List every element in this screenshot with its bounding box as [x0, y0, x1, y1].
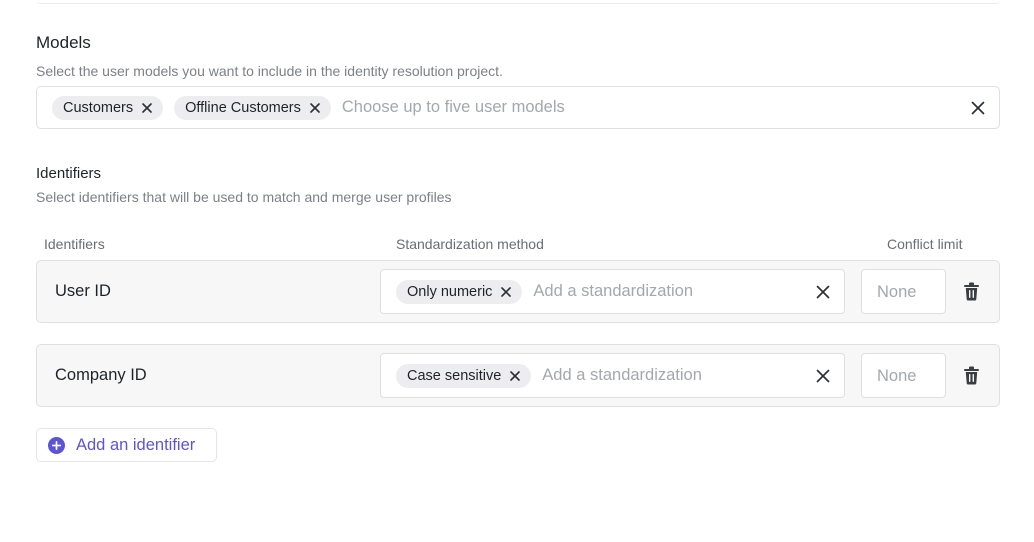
clear-standardization-icon[interactable] [815, 284, 831, 300]
conflict-limit-input[interactable]: None [861, 269, 946, 314]
clear-standardization-icon[interactable] [815, 368, 831, 384]
close-icon[interactable] [508, 369, 522, 383]
column-header-identifiers: Identifiers [44, 236, 105, 252]
add-identifier-button[interactable]: Add an identifier [36, 428, 217, 462]
models-subtitle: Select the user models you want to inclu… [36, 63, 503, 79]
clear-models-icon[interactable] [970, 100, 986, 116]
conflict-limit-input[interactable]: None [861, 353, 946, 398]
standardization-select[interactable]: Only numeric Add a standardization [380, 269, 845, 314]
identifier-row-user-id: User ID Only numeric Add a standardizati… [36, 260, 1000, 323]
chip-label: Case sensitive [407, 367, 502, 384]
identifier-row-company-id: Company ID Case sensitive Add a standard… [36, 344, 1000, 407]
plus-circle-icon [48, 436, 65, 454]
close-icon[interactable] [308, 101, 322, 115]
column-header-standardization: Standardization method [396, 236, 544, 252]
column-header-conflict-limit: Conflict limit [887, 236, 963, 252]
chip-label: Offline Customers [185, 99, 301, 116]
model-chip-offline-customers: Offline Customers [174, 95, 331, 120]
identifier-name: Company ID [55, 366, 147, 384]
close-icon[interactable] [140, 101, 154, 115]
trash-icon[interactable] [963, 282, 980, 301]
add-identifier-label: Add an identifier [76, 435, 196, 454]
standardization-chip: Only numeric [396, 279, 523, 304]
standardization-placeholder[interactable]: Add a standardization [542, 366, 702, 385]
standardization-chip: Case sensitive [396, 363, 532, 388]
identifiers-title: Identifiers [36, 165, 102, 182]
chip-label: Customers [63, 99, 134, 116]
models-multiselect[interactable]: Customers Offline Customers Choose up to… [36, 86, 1000, 129]
models-placeholder[interactable]: Choose up to five user models [342, 98, 565, 117]
standardization-placeholder[interactable]: Add a standardization [533, 282, 693, 301]
trash-icon[interactable] [963, 366, 980, 385]
identifier-name: User ID [55, 282, 111, 300]
models-title: Models [36, 33, 91, 52]
chip-label: Only numeric [407, 283, 493, 300]
previous-section-edge [36, 0, 1000, 4]
close-icon[interactable] [499, 285, 513, 299]
standardization-select[interactable]: Case sensitive Add a standardization [380, 353, 845, 398]
model-chip-customers: Customers [52, 95, 164, 120]
identifiers-subtitle: Select identifiers that will be used to … [36, 189, 452, 205]
